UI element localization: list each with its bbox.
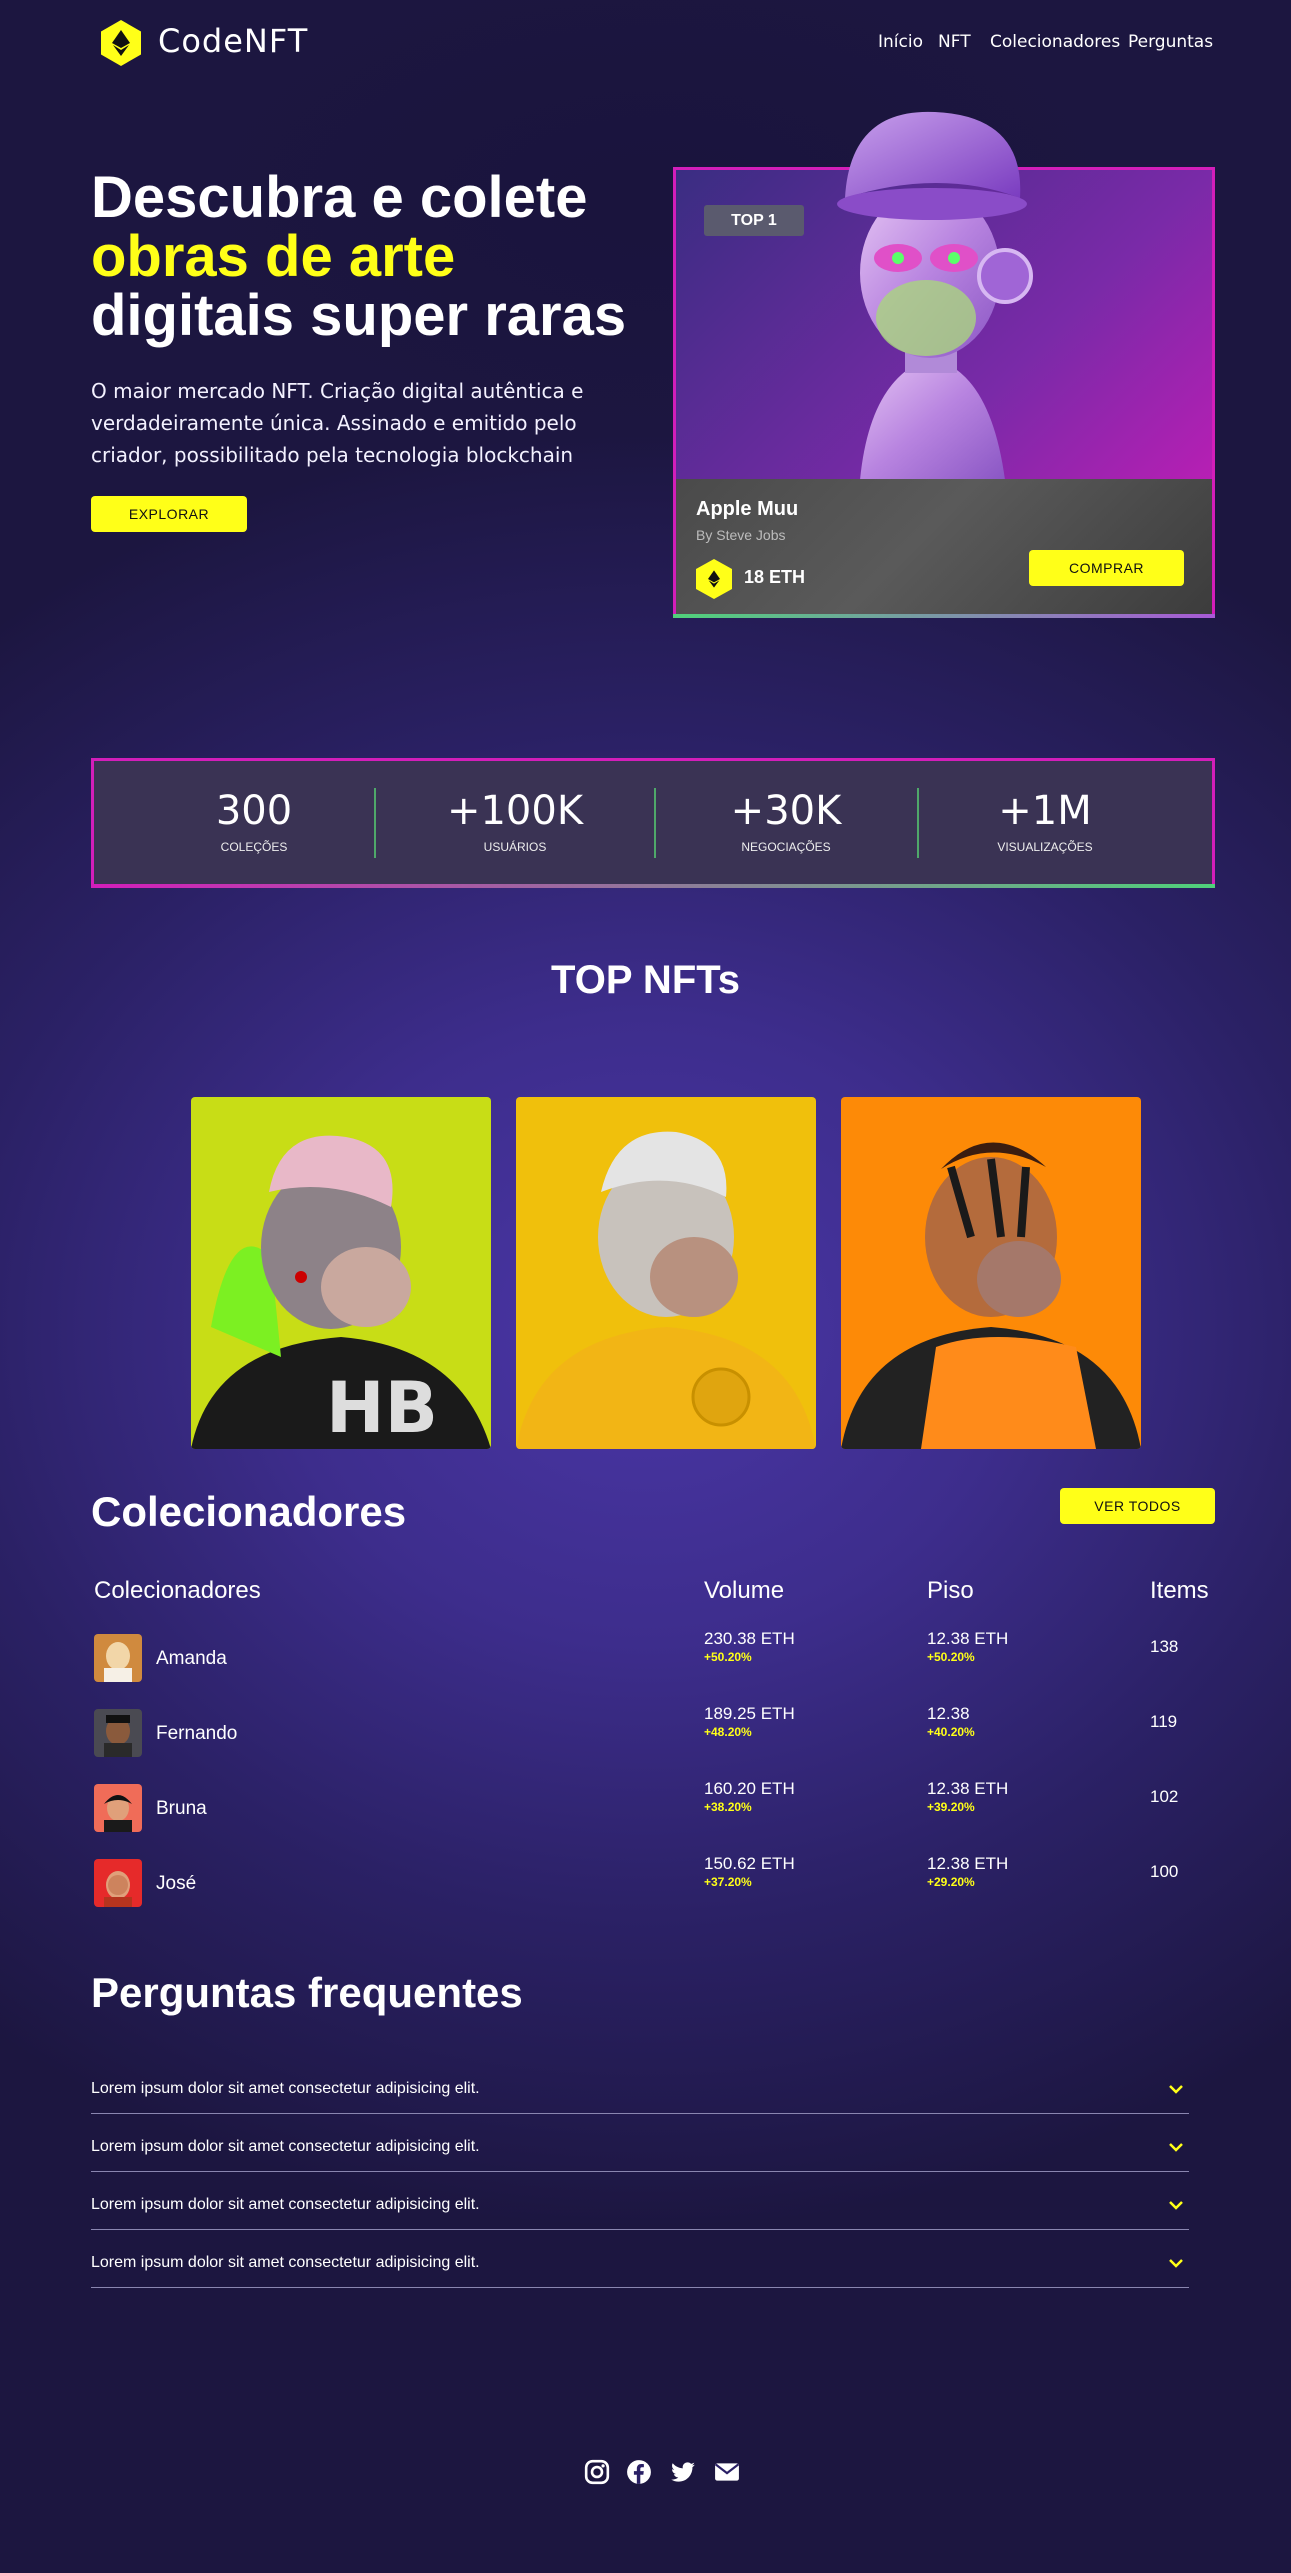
volume-change: +37.20%	[704, 1875, 752, 1889]
volume-value: 160.20 ETH	[704, 1779, 795, 1798]
collector-name[interactable]: Amanda	[156, 1648, 227, 1670]
volume-value: 230.38 ETH	[704, 1629, 795, 1648]
stat-label-views: VISUALIZAÇÕES	[997, 840, 1093, 854]
explore-button[interactable]: EXPLORAR	[91, 496, 247, 532]
faq-title: Perguntas frequentes	[91, 1969, 523, 2016]
volume-change: +38.20%	[704, 1800, 752, 1814]
stat-value-views: +1M	[998, 788, 1092, 834]
nft-image	[516, 1131, 816, 1449]
faq-divider	[91, 2171, 1189, 2172]
stats-divider	[917, 788, 919, 858]
email-icon[interactable]	[714, 2459, 740, 2485]
chevron-down-icon[interactable]	[1168, 2081, 1184, 2097]
stat-label-collections: COLEÇÕES	[220, 840, 288, 854]
logo-icon[interactable]	[101, 20, 141, 66]
volume-change: +48.20%	[704, 1725, 752, 1739]
faq-question[interactable]: Lorem ipsum dolor sit amet consectetur a…	[91, 2080, 480, 2098]
items-count: 138	[1150, 1637, 1179, 1656]
twitter-icon[interactable]	[670, 2459, 696, 2485]
stat-value-collections: 300	[215, 788, 293, 834]
avatar-image	[104, 1642, 132, 1682]
faq-question[interactable]: Lorem ipsum dolor sit amet consectetur a…	[91, 2196, 480, 2214]
faq-question[interactable]: Lorem ipsum dolor sit amet consectetur a…	[91, 2138, 480, 2156]
items-count: 100	[1150, 1862, 1179, 1881]
nft-image: HB	[191, 1135, 491, 1449]
nav-link-perguntas[interactable]: Perguntas	[1128, 32, 1213, 52]
svg-text:HB: HB	[326, 1367, 438, 1449]
collector-name[interactable]: Fernando	[156, 1723, 237, 1745]
featured-card-border	[673, 614, 1215, 618]
featured-price: 18 ETH	[744, 567, 806, 587]
ethereum-icon	[708, 570, 720, 588]
facebook-icon[interactable]	[626, 2459, 652, 2485]
avatar[interactable]	[94, 1859, 142, 1907]
floor-change: +29.20%	[927, 1875, 975, 1889]
floor-value: 12.38 ETH	[927, 1854, 1009, 1873]
instagram-icon[interactable]	[584, 2459, 610, 2485]
items-count: 119	[1150, 1712, 1178, 1731]
nft-card[interactable]: HB	[191, 1097, 491, 1449]
hero-title-line-3: digitais super raras	[91, 283, 627, 348]
see-all-button[interactable]: VER TODOS	[1060, 1488, 1215, 1524]
chevron-down-icon[interactable]	[1168, 2255, 1184, 2271]
avatar[interactable]	[94, 1784, 142, 1832]
top-1-badge: TOP 1	[704, 205, 804, 236]
collector-name[interactable]: Bruna	[156, 1798, 207, 1820]
floor-change: +50.20%	[927, 1650, 975, 1664]
featured-author: By Steve Jobs	[696, 527, 786, 543]
stats-divider	[374, 788, 376, 858]
stats-divider	[654, 788, 656, 858]
table-header-items: Items	[1150, 1577, 1209, 1604]
floor-value: 12.38	[927, 1704, 970, 1723]
featured-nft-image	[837, 111, 1033, 480]
stat-value-users: +100K	[446, 788, 584, 834]
brand-name[interactable]: CodeNFT	[158, 22, 308, 60]
collector-name[interactable]: José	[156, 1873, 196, 1895]
avatar-image	[104, 1871, 132, 1907]
hero-description: O maior mercado NFT. Criação digital aut…	[91, 379, 584, 467]
faq-divider	[91, 2229, 1189, 2230]
collectors-title: Colecionadores	[91, 1488, 407, 1535]
hero-title-line-1: Descubra e colete	[91, 165, 588, 230]
ethereum-icon	[112, 30, 130, 56]
hero-title: Descubra e colete obras de arte digitais…	[91, 168, 691, 345]
items-count: 102	[1150, 1787, 1179, 1806]
faq-question[interactable]: Lorem ipsum dolor sit amet consectetur a…	[91, 2254, 480, 2272]
floor-change: +39.20%	[927, 1800, 975, 1814]
featured-title: Apple Muu	[696, 498, 799, 520]
table-header-volume: Volume	[704, 1577, 785, 1604]
floor-value: 12.38 ETH	[927, 1629, 1009, 1648]
chevron-down-icon[interactable]	[1168, 2139, 1184, 2155]
nft-card[interactable]	[841, 1097, 1141, 1449]
stats-panel-border	[91, 884, 1215, 888]
nft-card[interactable]	[516, 1097, 816, 1449]
stat-label-users: USUÁRIOS	[483, 840, 547, 854]
faq-divider	[91, 2113, 1189, 2114]
nav-link-nft[interactable]: NFT	[938, 32, 971, 52]
avatar[interactable]	[94, 1634, 142, 1682]
table-header-collectors: Colecionadores	[94, 1577, 261, 1604]
faq-divider	[91, 2287, 1189, 2288]
nav-link-colecionadores[interactable]: Colecionadores	[990, 32, 1120, 52]
avatar-image	[104, 1795, 132, 1832]
floor-change: +40.20%	[927, 1725, 975, 1739]
floor-value: 12.38 ETH	[927, 1779, 1009, 1798]
avatar[interactable]	[94, 1709, 142, 1757]
volume-change: +50.20%	[704, 1650, 752, 1664]
stat-label-trades: NEGOCIAÇÕES	[741, 840, 831, 854]
chevron-down-icon[interactable]	[1168, 2197, 1184, 2213]
nft-image	[841, 1142, 1141, 1449]
top-nfts-title: TOP NFTs	[551, 958, 740, 1002]
stat-value-trades: +30K	[730, 788, 842, 834]
avatar-image	[104, 1715, 132, 1757]
table-header-floor: Piso	[927, 1577, 974, 1604]
buy-button[interactable]: COMPRAR	[1029, 550, 1184, 586]
nav-link-inicio[interactable]: Início	[878, 32, 923, 52]
hero-title-line-2: obras de arte	[91, 224, 456, 289]
volume-value: 189.25 ETH	[704, 1704, 795, 1723]
volume-value: 150.62 ETH	[704, 1854, 795, 1873]
